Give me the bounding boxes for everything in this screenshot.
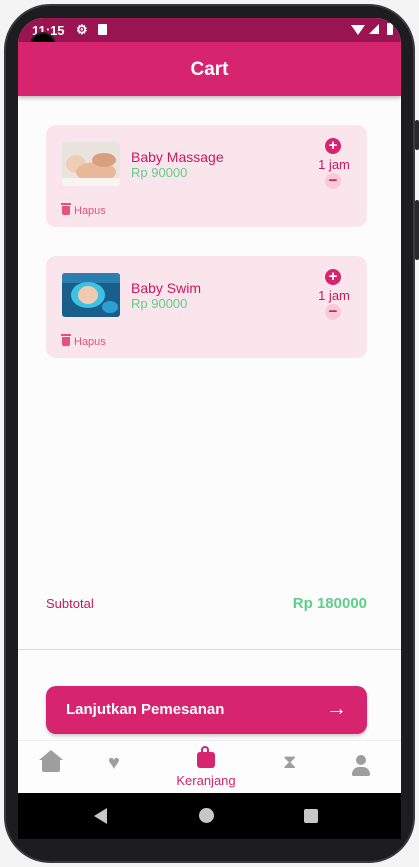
item-quantity: 1 jam — [318, 157, 350, 172]
sd-card-icon — [98, 24, 107, 35]
back-icon[interactable] — [94, 808, 107, 824]
continue-order-button[interactable]: Lanjutkan Pemesanan → — [46, 686, 367, 734]
subtotal-value: Rp 180000 — [292, 595, 367, 612]
heart-icon[interactable]: ♥ — [108, 752, 120, 775]
system-nav-bar — [18, 793, 401, 839]
nav-label-keranjang: Keranjang — [176, 773, 236, 788]
baby-swim-image — [62, 273, 120, 317]
delete-label: Hapus — [74, 205, 106, 217]
item-name: Baby Massage — [131, 149, 224, 165]
gear-icon: ⚙ — [76, 22, 88, 37]
shopping-bag-icon — [197, 746, 215, 768]
recent-apps-icon[interactable] — [304, 809, 318, 823]
person-icon[interactable] — [352, 755, 370, 777]
device-frame: 11:15 ⚙ Cart Baby Massage Rp 90000 + 1 j… — [0, 0, 419, 867]
baby-massage-image — [62, 142, 120, 186]
divider — [18, 649, 401, 650]
signal-icon — [369, 24, 379, 34]
increase-qty-button[interactable]: + — [325, 138, 341, 154]
delete-item-button[interactable]: Hapus — [61, 203, 106, 217]
volume-button — [415, 120, 419, 150]
delete-item-button[interactable]: Hapus — [61, 334, 106, 348]
item-price: Rp 90000 — [131, 296, 188, 311]
item-name: Baby Swim — [131, 280, 202, 296]
app-screen: 11:15 ⚙ Cart Baby Massage Rp 90000 + 1 j… — [18, 18, 401, 793]
delete-label: Hapus — [74, 336, 106, 348]
home-circle-icon[interactable] — [199, 808, 214, 823]
nav-item-keranjang[interactable]: Keranjang — [168, 746, 244, 788]
decrease-qty-button[interactable]: − — [325, 304, 341, 320]
increase-qty-button[interactable]: + — [325, 269, 341, 285]
hourglass-icon[interactable]: ⧗ — [283, 752, 296, 774]
cart-item: Baby Swim Rp 90000 + 1 jam − Hapus — [46, 256, 367, 358]
continue-order-label: Lanjutkan Pemesanan — [66, 701, 225, 718]
item-price: Rp 90000 — [131, 165, 188, 180]
app-bar: Cart — [18, 42, 401, 96]
bottom-nav: ♥ Keranjang ⧗ — [18, 740, 401, 793]
item-quantity: 1 jam — [318, 288, 350, 303]
trash-icon — [61, 203, 71, 215]
wifi-icon — [351, 25, 365, 35]
status-bar: 11:15 ⚙ — [18, 18, 401, 42]
decrease-qty-button[interactable]: − — [325, 173, 341, 189]
cart-item: Baby Massage Rp 90000 + 1 jam − Hapus — [46, 125, 367, 227]
trash-icon — [61, 334, 71, 346]
home-icon[interactable] — [39, 750, 63, 772]
arrow-right-icon: → — [326, 697, 347, 720]
page-title: Cart — [190, 59, 229, 80]
subtotal-label: Subtotal — [46, 596, 94, 611]
battery-icon — [387, 23, 393, 35]
power-button — [415, 200, 419, 260]
